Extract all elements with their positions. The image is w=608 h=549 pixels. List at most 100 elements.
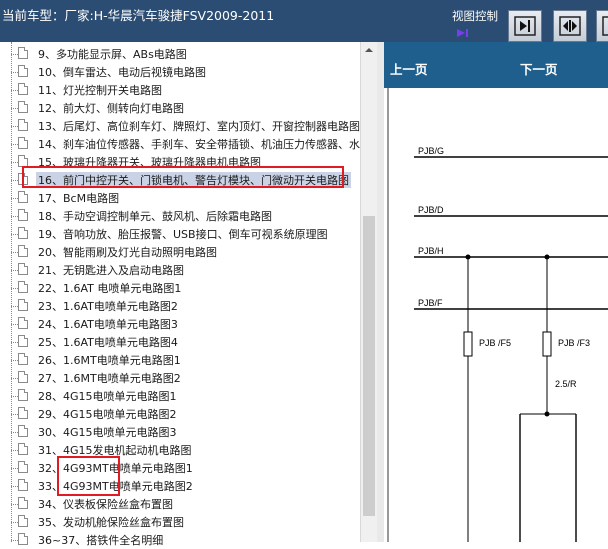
tree-item[interactable]: 20、智能雨刷及灯光自动照明电路图 [0, 243, 360, 261]
document-icon [18, 407, 28, 419]
tree-item-label: 13、后尾灯、高位刹车灯、牌照灯、室内顶灯、开窗控制器电路图 [38, 120, 360, 133]
document-icon [18, 515, 28, 527]
tree-connector [11, 144, 18, 145]
tree-connector [11, 216, 18, 217]
fuse-label-f5: PJB /F5 [479, 338, 511, 348]
tree-item[interactable]: 11、灯光控制开关电路图 [0, 81, 360, 99]
bus-label-pjb-d: PJB/D [418, 205, 444, 215]
tree-item[interactable]: 29、4G15电喷单元电路图2 [0, 405, 360, 423]
tree-item[interactable]: 35、发动机舱保险丝盒布置图 [0, 513, 360, 531]
tree-item-label: 34、仪表板保险丝盒布置图 [38, 498, 173, 511]
tree-item[interactable]: 23、1.6AT电喷单元电路图2 [0, 297, 360, 315]
tree-item-label: 18、手动空调控制单元、鼓风机、后除霜电路图 [38, 210, 272, 223]
document-icon [18, 461, 28, 473]
collapse-right-icon [514, 16, 536, 36]
document-icon [18, 65, 28, 77]
tree-connector [11, 504, 18, 505]
bus-label-pjb-h: PJB/H [418, 246, 444, 256]
document-icon [18, 371, 28, 383]
tree-item[interactable]: 9、多功能显示屏、ABs电路图 [0, 45, 360, 63]
tree-item[interactable]: 28、4G15电喷单元电路图1 [0, 387, 360, 405]
next-page-link[interactable]: 下一页 [520, 59, 558, 78]
tree-item-label: 9、多功能显示屏、ABs电路图 [38, 48, 187, 61]
tree-item-label: 25、1.6AT电喷单元电路图4 [38, 336, 178, 349]
document-icon [18, 245, 28, 257]
tree-scrollbar[interactable] [360, 42, 377, 542]
tree-item[interactable]: 30、4G15电喷单元电路图3 [0, 423, 360, 441]
tree-item-label: 21、无钥匙进入及启动电路图 [38, 264, 184, 277]
scroll-up-icon[interactable] [361, 42, 377, 58]
highlight-box-4g93mt [57, 456, 120, 496]
tree-item-label: 19、音响功放、胎压报警、USB接口、倒车可视系统原理图 [38, 228, 328, 241]
tree-item-label: 17、BcM电路图 [38, 192, 120, 205]
document-icon [18, 425, 28, 437]
tree-item-label: 23、1.6AT电喷单元电路图2 [38, 300, 178, 313]
tree-item[interactable]: 21、无钥匙进入及启动电路图 [0, 261, 360, 279]
tree-item[interactable]: 13、后尾灯、高位刹车灯、牌照灯、室内顶灯、开窗控制器电路图 [0, 117, 360, 135]
tree-item-label: 20、智能雨刷及灯光自动照明电路图 [38, 246, 217, 259]
tree-item[interactable]: 31、4G15发电机起动机电路图 [0, 441, 360, 459]
tree-connector [11, 234, 18, 235]
document-icon [18, 281, 28, 293]
tree-item[interactable]: 25、1.6AT电喷单元电路图4 [0, 333, 360, 351]
document-icon [18, 299, 28, 311]
tree-connector [11, 342, 18, 343]
document-icon [18, 479, 28, 491]
tree-item-label: 11、灯光控制开关电路图 [38, 84, 162, 97]
tree-connector [11, 72, 18, 73]
tree-item[interactable]: 32、4G93MT电喷单元电路图1 [0, 459, 360, 477]
play-arrow-icon[interactable] [456, 28, 470, 38]
tree-item-label: 14、刹车油位传感器、手刹车、安全带插锁、机油压力传感器、水 [38, 138, 360, 151]
document-icon [18, 137, 28, 149]
view-control-label: 视图控制 [452, 9, 498, 23]
tree-item[interactable]: 34、仪表板保险丝盒布置图 [0, 495, 360, 513]
tree-connector [11, 252, 18, 253]
tree-item[interactable]: 14、刹车油位传感器、手刹车、安全带插锁、机油压力传感器、水 [0, 135, 360, 153]
tree-item[interactable]: 18、手动空调控制单元、鼓风机、后除霜电路图 [0, 207, 360, 225]
tree-connector [11, 324, 18, 325]
tree-item[interactable]: 36~37、搭铁件全名明细 [0, 531, 360, 549]
wiring-diagram: PJB/G PJB/D PJB/H PJB/F PJB /F5 PJB /F3 … [384, 88, 608, 542]
split-view-button[interactable] [553, 10, 587, 42]
tree-connector [11, 162, 18, 163]
scroll-thumb[interactable] [363, 216, 375, 516]
tree-item[interactable]: 27、1.6MT电喷单元电路图2 [0, 369, 360, 387]
tree-item[interactable]: 19、音响功放、胎压报警、USB接口、倒车可视系统原理图 [0, 225, 360, 243]
tree-connector [11, 540, 18, 541]
tree-item-label: 30、4G15电喷单元电路图3 [38, 426, 177, 439]
fuse-label-f3: PJB /F3 [558, 338, 590, 348]
document-icon [18, 497, 28, 509]
collapse-right-button[interactable] [508, 10, 542, 42]
tree-connector [11, 270, 18, 271]
fuse-f5 [463, 331, 473, 357]
expand-button[interactable] [596, 10, 608, 42]
document-icon [18, 353, 28, 365]
tree-item[interactable]: 26、1.6MT电喷单元电路图1 [0, 351, 360, 369]
prev-page-link[interactable]: 上一页 [390, 59, 428, 78]
document-icon [18, 191, 28, 203]
tree-connector [11, 360, 18, 361]
tree-item-label: 28、4G15电喷单元电路图1 [38, 390, 177, 403]
tree-item-label: 22、1.6AT 电喷单元电路图1 [38, 282, 182, 295]
bus-label-pjb-f: PJB/F [418, 298, 443, 308]
tree-item-label: 26、1.6MT电喷单元电路图1 [38, 354, 181, 367]
document-icon [18, 533, 28, 545]
tree-connector [11, 450, 18, 451]
tree-item[interactable]: 12、前大灯、侧转向灯电路图 [0, 99, 360, 117]
tree-connector [11, 414, 18, 415]
wire-label: 2.5/R [555, 379, 577, 389]
tree-item-label: 24、1.6AT电喷单元电路图3 [38, 318, 178, 331]
tree-item-label: 27、1.6MT电喷单元电路图2 [38, 372, 181, 385]
tree-item[interactable]: 22、1.6AT 电喷单元电路图1 [0, 279, 360, 297]
tree-item[interactable]: 24、1.6AT电喷单元电路图3 [0, 315, 360, 333]
tree-item[interactable]: 33、4G93MT电喷单元电路图2 [0, 477, 360, 495]
panel-splitter[interactable] [377, 42, 384, 542]
tree-item-label: 36~37、搭铁件全名明细 [38, 534, 164, 547]
highlight-box-item-16 [22, 166, 344, 188]
document-icon [18, 101, 28, 113]
tree-item[interactable]: 17、BcM电路图 [0, 189, 360, 207]
document-icon [18, 209, 28, 221]
tree-item[interactable]: 10、倒车雷达、电动后视镜电路图 [0, 63, 360, 81]
document-icon [18, 83, 28, 95]
top-bar: 当前车型：厂家:H-华晨汽车骏捷FSV2009-2011 视图控制 [0, 0, 608, 42]
